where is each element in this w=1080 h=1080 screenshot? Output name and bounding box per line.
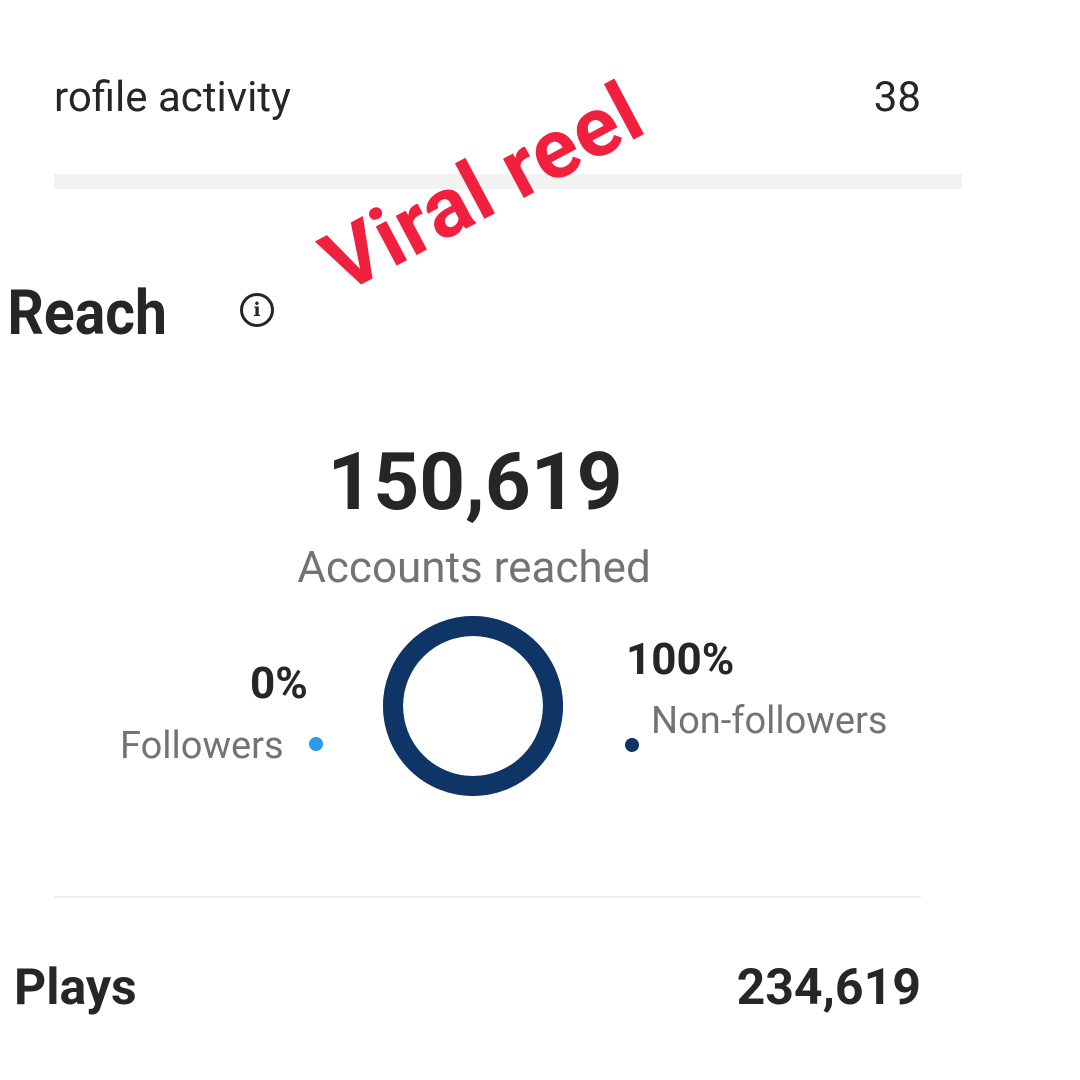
plays-value: 234,619 [736,959,921,1017]
followers-percent: 0% [250,657,308,709]
reach-title: Reach [7,277,167,350]
plays-label: Plays [14,959,137,1017]
non-followers-percent: 100% [626,633,735,685]
reach-donut-chart [383,616,563,796]
followers-label: Followers [120,724,284,768]
accounts-reached-label: Accounts reached [297,541,651,593]
non-followers-label: Non-followers [651,699,888,743]
non-followers-legend-dot [625,738,639,752]
accounts-reached-value: 150,619 [327,435,623,529]
profile-activity-value: 38 [873,73,921,122]
info-icon[interactable]: i [240,293,274,327]
divider [54,896,921,898]
followers-legend-dot [309,737,323,751]
profile-activity-label: rofile activity [54,73,291,122]
donut-non-followers-segment [383,616,563,796]
